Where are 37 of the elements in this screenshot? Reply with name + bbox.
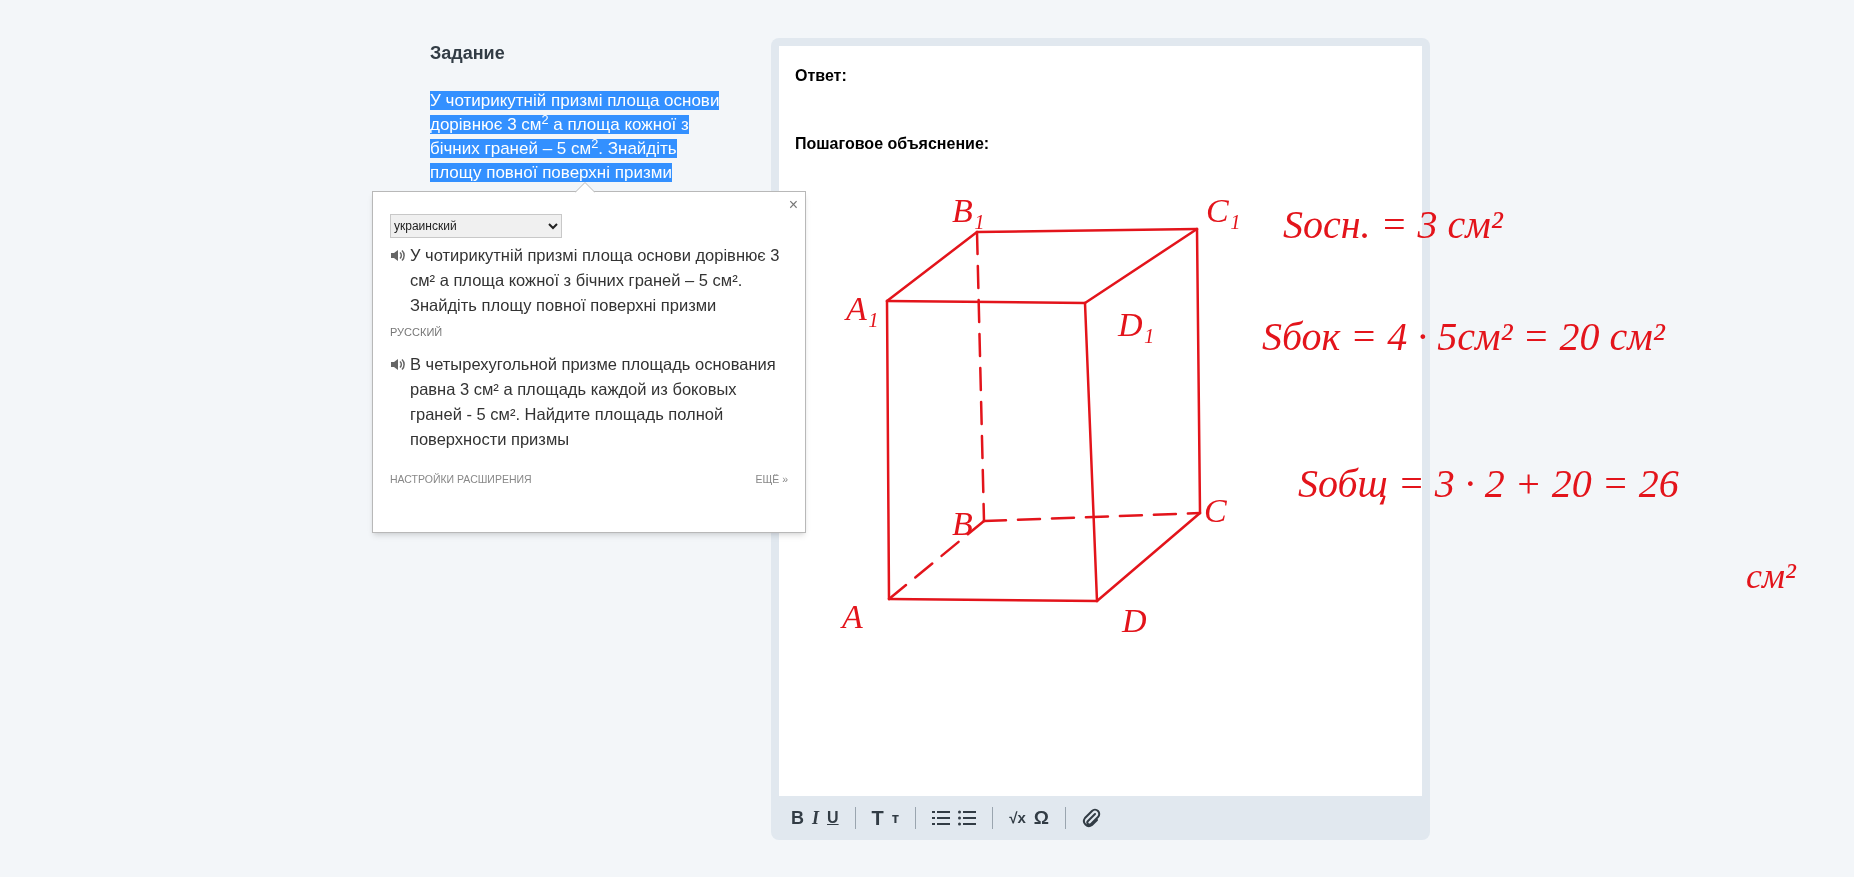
explanation-label: Пошаговое объяснение: <box>795 134 990 154</box>
handwritten-formula: см² <box>1746 556 1796 596</box>
vertex-label: B₁ <box>952 192 985 229</box>
small-text-button[interactable]: т <box>887 803 904 833</box>
large-text-button[interactable]: T <box>867 803 888 833</box>
handwritten-formula: Sосн. = 3 см² <box>1283 202 1503 247</box>
bullet-list-icon <box>958 810 977 826</box>
vertex-label: C <box>1204 492 1227 529</box>
settings-link[interactable]: НАСТРОЙКИ РАСШИРЕНИЯ <box>390 471 532 488</box>
task-heading: Задание <box>430 42 506 65</box>
vertex-label: D₁ <box>1118 306 1155 343</box>
underline-button[interactable]: U <box>823 803 843 833</box>
answer-label: Ответ: <box>795 66 847 86</box>
symbol-button[interactable]: Ω <box>1029 803 1053 833</box>
formula-button[interactable]: √x <box>1005 803 1030 833</box>
handwritten-formula: Sбок = 4 · 5см² = 20 см² <box>1262 314 1665 359</box>
translated-text: В четырехугольной призме площадь основания равна 3 см² а площадь каждой из боковых граней - 5 см². Найдите площадь полной поверхности призмы <box>410 353 777 450</box>
vertex-label: B <box>952 505 973 542</box>
vertex-label: A <box>842 598 863 635</box>
more-link[interactable]: ЕЩЁ » <box>755 471 788 488</box>
source-text: У чотирикутній призмі площа основи дорівнює 3 см² а площа кожної з бічних граней – 5 см². Знайдіть площу повної поверхні призми <box>410 245 781 316</box>
vertex-label: A₁ <box>846 290 879 327</box>
task-text: У чотирикутній призмі площа основи дорівнює 3 см$^{2}$ а площа кожної з бічних граней – 5 см$^{2}$. Знайдіть площу повної поверхні призми <box>430 90 721 184</box>
speaker-icon[interactable] <box>390 357 405 371</box>
bold-button[interactable]: B <box>787 803 808 833</box>
target-language-label: РУССКИЙ <box>390 325 444 340</box>
italic-button[interactable]: I <box>808 803 823 833</box>
paperclip-icon <box>1081 808 1102 828</box>
language-select[interactable]: украинский <box>390 214 562 238</box>
numbered-list-icon <box>932 810 951 826</box>
vertex-label: C₁ <box>1206 192 1241 229</box>
vertex-label: D <box>1122 602 1147 639</box>
close-button[interactable]: × <box>788 197 798 213</box>
handwritten-formula: Sобщ = 3 · 2 + 20 = 26 <box>1298 461 1679 506</box>
chevron-down-icon <box>548 222 558 230</box>
language-select-value: украинский <box>394 218 457 235</box>
speaker-icon[interactable] <box>390 249 405 262</box>
